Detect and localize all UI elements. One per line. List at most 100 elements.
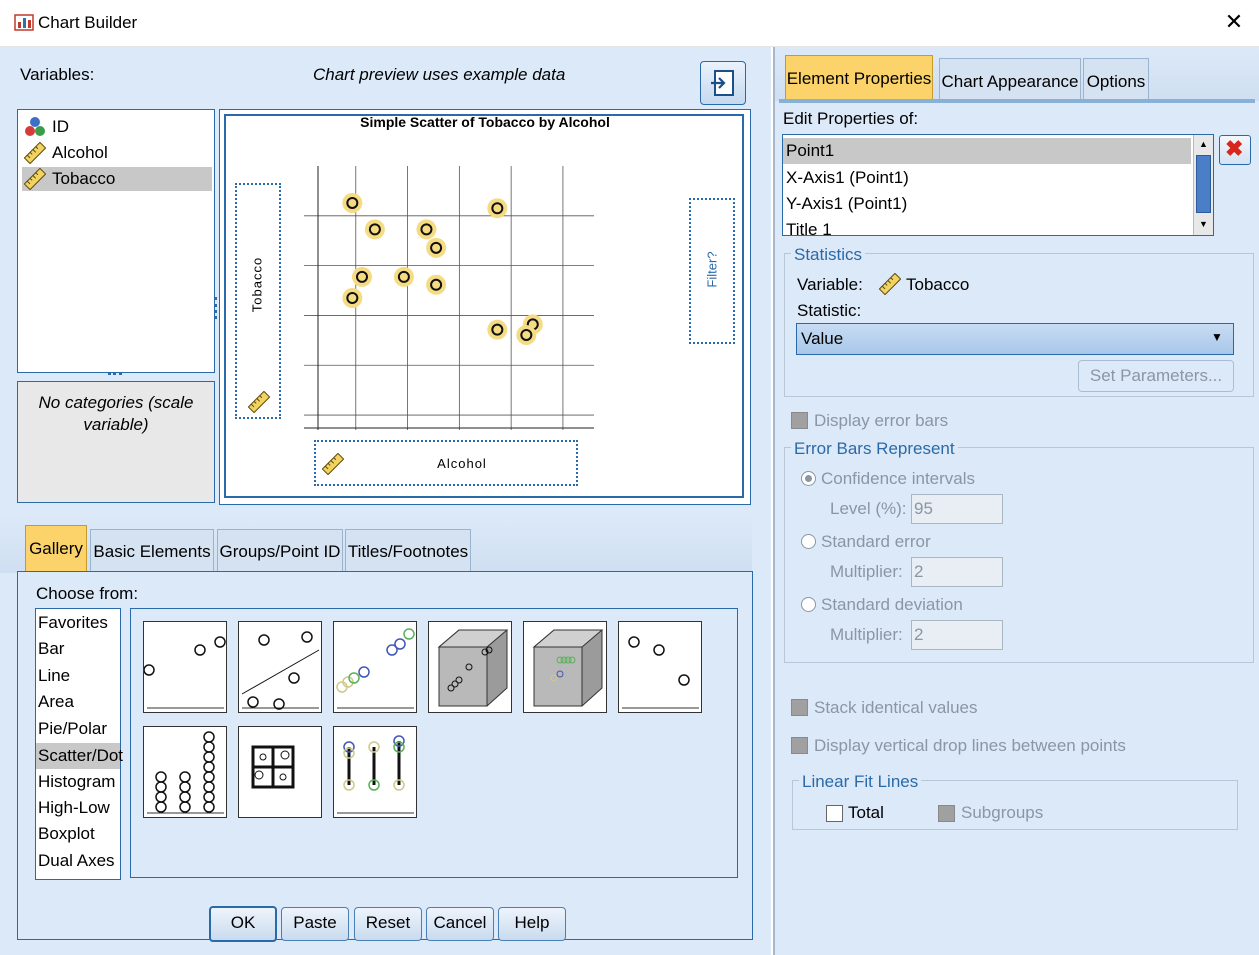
help-button[interactable]: Help [498, 907, 566, 941]
list-item-point1[interactable]: Point1 [783, 138, 1191, 164]
se-multiplier-input[interactable]: 2 [911, 557, 1003, 587]
title-bar: Chart Builder ✕ [0, 0, 1259, 47]
splitter-handle[interactable] [214, 297, 220, 319]
tab-titles-footnotes[interactable]: Titles/Footnotes [345, 529, 471, 572]
drop-lines-checkbox[interactable] [791, 737, 808, 754]
x-axis-drop-zone[interactable]: Alcohol [314, 440, 578, 486]
close-icon[interactable]: ✕ [1222, 9, 1246, 35]
splitter-handle[interactable] [108, 372, 122, 379]
tab-chart-appearance[interactable]: Chart Appearance [939, 58, 1081, 102]
window-title: Chart Builder [38, 13, 138, 32]
scatter-point-halo [426, 274, 447, 295]
display-error-bars-label: Display error bars [814, 411, 949, 430]
chart-type-line[interactable]: Line [38, 666, 70, 686]
variable-item-alcohol[interactable]: Alcohol [22, 141, 212, 165]
scatter-point-halo [516, 324, 537, 345]
confidence-intervals-radio[interactable] [801, 471, 816, 486]
standard-error-radio[interactable] [801, 534, 816, 549]
chart-type-boxplot[interactable]: Boxplot [38, 824, 95, 844]
scatter-point-halo [487, 198, 508, 219]
total-checkbox[interactable] [826, 805, 843, 822]
cancel-button[interactable]: Cancel [426, 907, 494, 941]
reset-button[interactable]: Reset [354, 907, 422, 941]
filter-drop-zone[interactable]: Filter? [689, 198, 735, 344]
paste-button[interactable]: Paste [281, 907, 349, 941]
scroll-up-icon[interactable]: ▲ [1196, 137, 1211, 151]
scale-ruler-icon [248, 391, 270, 413]
tab-gallery[interactable]: Gallery [25, 525, 87, 572]
grouped-3d-scatter-thumbnail[interactable] [523, 621, 607, 713]
stack-identical-checkbox[interactable] [791, 699, 808, 716]
variable-item-tobacco[interactable]: Tobacco [22, 167, 212, 191]
move-to-canvas-button[interactable] [700, 61, 746, 105]
linear-fit-group-label: Linear Fit Lines [799, 772, 922, 792]
chart-type-dual-axes[interactable]: Dual Axes [38, 851, 115, 871]
left-pane: Variables: Chart preview uses example da… [0, 47, 771, 955]
variable-item-id[interactable]: ID [22, 115, 212, 139]
subgroups-checkbox[interactable] [938, 805, 955, 822]
chart-type-histogram[interactable]: Histogram [38, 772, 115, 792]
right-pane: Element Properties Chart Appearance Opti… [773, 47, 1259, 955]
scroll-down-icon[interactable]: ▼ [1196, 217, 1211, 231]
summary-point-thumbnail[interactable] [618, 621, 702, 713]
total-label: Total [848, 803, 884, 822]
display-error-bars-checkbox[interactable] [791, 412, 808, 429]
dot-plot-thumbnail[interactable] [143, 726, 227, 818]
chart-type-favorites[interactable]: Favorites [38, 613, 108, 633]
tab-groups-point-id[interactable]: Groups/Point ID [217, 529, 343, 572]
chart-type-high-low[interactable]: High-Low [38, 798, 110, 818]
x-drop-label: Alcohol [437, 456, 487, 471]
tab-basic-elements[interactable]: Basic Elements [90, 529, 214, 572]
y-axis-drop-zone[interactable]: Tobacco [235, 183, 281, 419]
sd-multiplier-input[interactable]: 2 [911, 620, 1003, 650]
scatter-matrix-thumbnail[interactable] [238, 726, 322, 818]
3d-scatter-thumbnail[interactable] [428, 621, 512, 713]
variables-list: ID Alcohol Tobacco [17, 109, 215, 373]
categories-box: No categories (scale variable) [17, 381, 215, 503]
tab-element-properties[interactable]: Element Properties [785, 55, 933, 102]
confidence-intervals-label: Confidence intervals [821, 469, 976, 488]
chart-canvas[interactable]: Simple Scatter of Tobacco by Alcohol Tob… [219, 109, 751, 505]
subgroups-label: Subgroups [961, 803, 1044, 822]
nominal-icon [25, 117, 45, 136]
grouped-scatter-thumbnail[interactable] [333, 621, 417, 713]
scatter-point-halo [393, 266, 414, 287]
scroll-thumb[interactable] [1196, 155, 1211, 213]
scrollbar[interactable]: ▲ ▼ [1193, 135, 1213, 235]
se-multiplier-label: Multiplier: [830, 562, 903, 581]
ok-button[interactable]: OK [209, 906, 277, 942]
standard-error-label: Standard error [821, 532, 931, 551]
list-item-title[interactable]: Title 1 [786, 217, 832, 235]
scale-ruler-icon [24, 168, 46, 190]
standard-deviation-label: Standard deviation [821, 595, 963, 614]
level-input[interactable]: 95 [911, 494, 1003, 524]
scatter-point-halo [342, 288, 363, 308]
tab-options[interactable]: Options [1083, 58, 1149, 102]
chart-type-area[interactable]: Area [38, 692, 74, 712]
chart-type-bar[interactable]: Bar [38, 639, 64, 659]
variable-value: Tobacco [906, 275, 970, 294]
chart-type-pie-polar[interactable]: Pie/Polar [38, 719, 107, 739]
set-parameters-button[interactable]: Set Parameters... [1078, 360, 1234, 392]
tab-underline [779, 99, 1255, 103]
drop-lines-label: Display vertical drop lines between poin… [814, 736, 1126, 755]
scatter-fit-line-thumbnail[interactable] [238, 621, 322, 713]
y-drop-label: Tobacco [249, 256, 265, 313]
sd-multiplier-label: Multiplier: [830, 625, 903, 644]
list-item-y-axis[interactable]: Y-Axis1 (Point1) [786, 191, 907, 217]
delete-element-button[interactable]: ✖ [1219, 135, 1251, 165]
scatter-point-halo [364, 219, 385, 240]
drop-line-thumbnail[interactable] [333, 726, 417, 818]
simple-scatter-thumbnail[interactable] [143, 621, 227, 713]
level-label: Level (%): [830, 499, 907, 518]
chart-type-scatter-dot[interactable]: Scatter/Dot [36, 743, 123, 769]
standard-deviation-radio[interactable] [801, 597, 816, 612]
statistic-dropdown[interactable]: Value ▼ [796, 323, 1234, 355]
variables-label: Variables: [20, 65, 95, 84]
list-item-x-axis[interactable]: X-Axis1 (Point1) [786, 165, 909, 191]
export-arrow-icon [711, 70, 734, 96]
scale-ruler-icon [24, 142, 46, 164]
categories-note: No categories (scale variable) [38, 393, 194, 434]
stack-identical-label: Stack identical values [814, 698, 978, 717]
variable-item-label: ID [52, 117, 69, 136]
